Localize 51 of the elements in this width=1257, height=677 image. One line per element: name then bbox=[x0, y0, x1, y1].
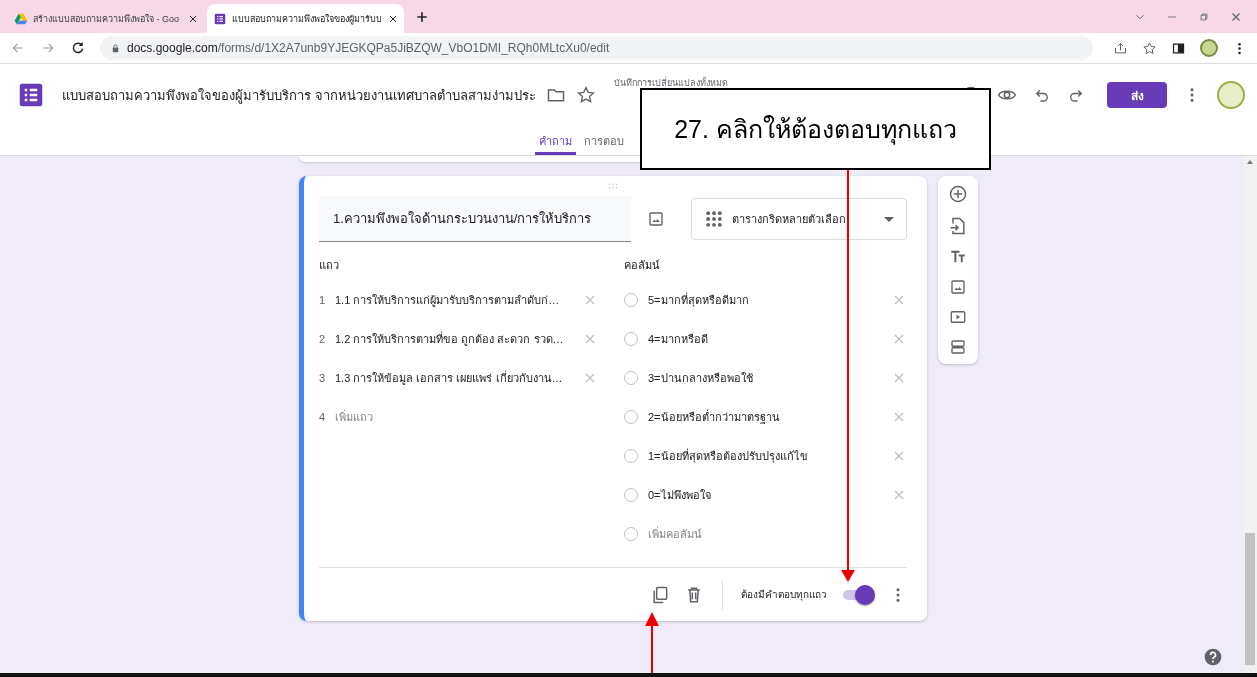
star-icon[interactable] bbox=[575, 85, 596, 105]
video-icon[interactable] bbox=[949, 308, 967, 326]
sidebar-icon[interactable] bbox=[1171, 40, 1186, 56]
column-option[interactable]: 0=ไม่พึงพอใจ bbox=[648, 485, 885, 504]
rows-label: แถว bbox=[319, 258, 340, 273]
column-option[interactable]: 1=น้อยที่สุดหรือต้องปรับปรุงแก้ไข bbox=[648, 446, 885, 465]
row-number: 3 bbox=[319, 371, 327, 384]
required-label: ต้องมีคำตอบทุกแถว bbox=[741, 588, 827, 602]
type-dropdown[interactable]: ตารางกริดหลายตัวเลือก bbox=[691, 198, 907, 240]
profile-avatar[interactable] bbox=[1200, 39, 1218, 57]
add-row-option[interactable]: เพิ่มแถว bbox=[335, 407, 624, 426]
import-icon[interactable] bbox=[948, 216, 968, 236]
scroll-up-icon[interactable] bbox=[1247, 160, 1253, 164]
url-field[interactable]: docs.google.com/forms/d/1X2A7unb9YJEGKQPa5JiBZQW_VbO1DMI_RQh0MLtcXu0/edit bbox=[100, 36, 1093, 60]
image-icon[interactable] bbox=[647, 210, 666, 228]
browser-tab[interactable]: แบบสอบถามความพึงพอใจของผู้มารับบ bbox=[207, 4, 404, 33]
send-button[interactable]: ส่ง bbox=[1107, 82, 1167, 108]
scrollbar-thumb[interactable] bbox=[1245, 533, 1255, 665]
form-title[interactable]: แบบสอบถามความพึงพอใจของผู้มารับบริการ จากหน่วยงานเทศบาลตำบลสามง่ามประ bbox=[62, 84, 536, 106]
row-option[interactable]: 1.3 การให้ข้อมูล เอกสาร เผยแพร่ เกี่ยวกับงาน… bbox=[335, 368, 576, 387]
row-option[interactable]: 1.1 การให้บริการแก่ผู้มารับบริการตามลำดับก่… bbox=[335, 290, 576, 309]
add-column-option[interactable]: เพิ่มคอลัมน์ bbox=[648, 524, 907, 543]
url-text: docs.google.com/forms/d/1X2A7unb9YJEGKQPa5JiBZQW_VbO1DMI_RQh0MLtcXu0/edit bbox=[127, 41, 610, 55]
columns-label: คอลัมน์ bbox=[624, 258, 661, 273]
image-icon[interactable] bbox=[949, 278, 967, 296]
section-icon[interactable] bbox=[949, 338, 967, 356]
share-icon[interactable] bbox=[1113, 40, 1128, 56]
toggle-switch[interactable] bbox=[841, 584, 875, 605]
caret-icon bbox=[884, 216, 894, 222]
save-status: บันทึกการเปลี่ยนแปลงทั้งหมด bbox=[613, 76, 729, 90]
row-number: 1 bbox=[319, 293, 327, 306]
column-option[interactable]: 5=มากที่สุดหรือดีมาก bbox=[648, 290, 885, 309]
callout-text: 27. คลิกให้ต้องตอบทุกแถว bbox=[674, 114, 957, 147]
reload-icon[interactable] bbox=[70, 40, 86, 56]
question-field[interactable]: 1.ความพึงพอใจด้านกระบวนงาน/การให้บริการ bbox=[319, 196, 632, 242]
column-option[interactable]: 4=มากหรือดี bbox=[648, 329, 885, 348]
header-tab[interactable]: การตอบ bbox=[580, 126, 628, 155]
form-logo-icon bbox=[213, 11, 227, 26]
grid-icon bbox=[704, 209, 725, 229]
column-option[interactable]: 2=น้อยหรือต่ำกว่ามาตรฐาน bbox=[648, 407, 885, 426]
row-number: 4 bbox=[319, 410, 327, 423]
lock-icon bbox=[110, 42, 121, 54]
browser-tab[interactable]: สร้างแบบสอบถามความพึงพอใจ - Goo bbox=[8, 4, 205, 33]
row-number: 2 bbox=[319, 332, 327, 345]
duplicate-icon[interactable] bbox=[650, 584, 670, 605]
add-question-icon[interactable] bbox=[948, 184, 968, 204]
triangle-logo-icon bbox=[14, 11, 28, 26]
column-option[interactable]: 3=ปานกลางหรือพอใช้ bbox=[648, 368, 885, 387]
star-icon[interactable] bbox=[1142, 40, 1157, 56]
row-option[interactable]: 1.2 การให้บริการตามที่ขอ ถูกต้อง สะดวก รวด… bbox=[335, 329, 576, 348]
help-icon[interactable] bbox=[1203, 647, 1223, 667]
